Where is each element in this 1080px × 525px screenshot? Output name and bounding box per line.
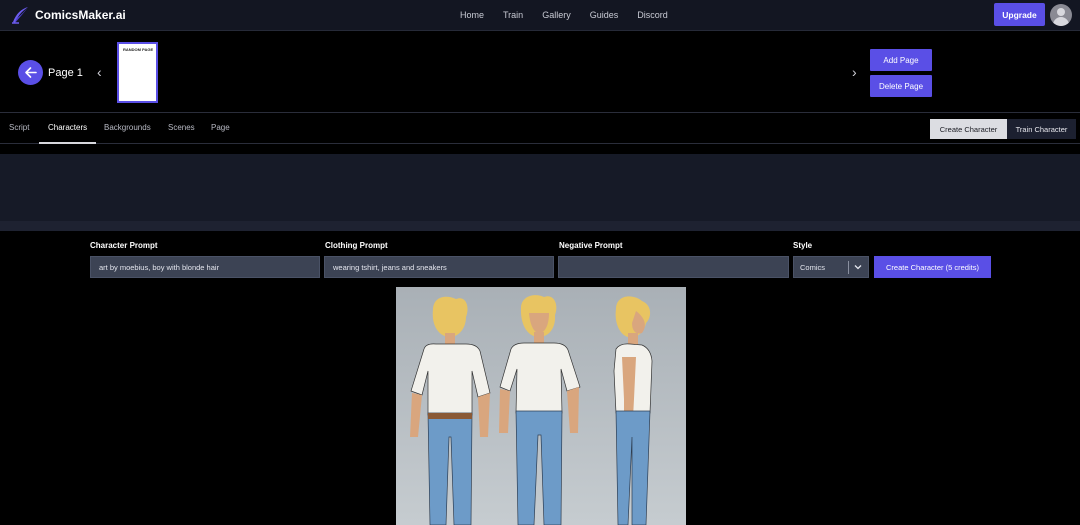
chevron-down-icon xyxy=(854,265,862,270)
avatar-head xyxy=(1057,8,1065,16)
nav-discord[interactable]: Discord xyxy=(637,10,668,20)
page-thumbnail[interactable]: RANDOM PAGE xyxy=(117,42,158,103)
character-side-view xyxy=(613,296,653,525)
train-character-toggle[interactable]: Train Character xyxy=(1007,119,1076,139)
character-back-view xyxy=(410,296,491,525)
character-prompt-label: Character Prompt xyxy=(90,241,158,250)
avatar-body xyxy=(1053,17,1069,26)
character-sheet-image[interactable] xyxy=(396,287,686,525)
nav-gallery[interactable]: Gallery xyxy=(542,10,571,20)
tab-backgrounds[interactable]: Backgrounds xyxy=(104,123,151,132)
page-label: Page 1 xyxy=(48,67,83,79)
panel-divider xyxy=(0,221,1080,231)
style-select[interactable]: Comics xyxy=(793,256,869,278)
style-label: Style xyxy=(793,241,813,250)
character-sheet-illustration xyxy=(410,295,653,525)
tab-script[interactable]: Script xyxy=(9,123,29,132)
active-tab-indicator xyxy=(39,142,96,144)
create-character-button[interactable]: Create Character (5 credits) xyxy=(874,256,991,278)
tab-bar: Script Characters Backgrounds Scenes Pag… xyxy=(0,112,1080,144)
style-select-value: Comics xyxy=(800,263,826,272)
nav-guides[interactable]: Guides xyxy=(590,10,619,20)
clothing-prompt-input[interactable] xyxy=(324,256,554,278)
nav-home[interactable]: Home xyxy=(460,10,484,20)
character-gallery-panel xyxy=(0,154,1080,221)
tab-scenes[interactable]: Scenes xyxy=(168,123,195,132)
chevron-left-icon[interactable]: ‹ xyxy=(97,64,102,80)
character-front-view xyxy=(499,295,581,525)
back-button[interactable] xyxy=(18,60,43,85)
tab-page[interactable]: Page xyxy=(211,123,230,132)
nav-train[interactable]: Train xyxy=(503,10,523,20)
character-prompt-input[interactable] xyxy=(90,256,320,278)
select-divider xyxy=(848,261,849,274)
top-navbar: ComicsMaker.ai Home Train Gallery Guides… xyxy=(0,0,1080,31)
negative-prompt-label: Negative Prompt xyxy=(559,241,623,250)
quill-logo-icon[interactable] xyxy=(10,6,30,25)
arrow-left-icon xyxy=(25,67,37,78)
tab-characters[interactable]: Characters xyxy=(48,123,87,132)
create-character-toggle[interactable]: Create Character xyxy=(930,119,1007,139)
add-page-button[interactable]: Add Page xyxy=(870,49,932,71)
user-avatar-icon[interactable] xyxy=(1050,4,1072,26)
brand-name[interactable]: ComicsMaker.ai xyxy=(35,8,126,22)
main-nav: Home Train Gallery Guides Discord xyxy=(460,10,687,20)
clothing-prompt-label: Clothing Prompt xyxy=(325,241,388,250)
delete-page-button[interactable]: Delete Page xyxy=(870,75,932,97)
chevron-right-icon[interactable]: › xyxy=(852,64,857,80)
negative-prompt-input[interactable] xyxy=(558,256,789,278)
upgrade-button[interactable]: Upgrade xyxy=(994,3,1045,26)
thumbnail-title: RANDOM PAGE xyxy=(123,47,154,52)
